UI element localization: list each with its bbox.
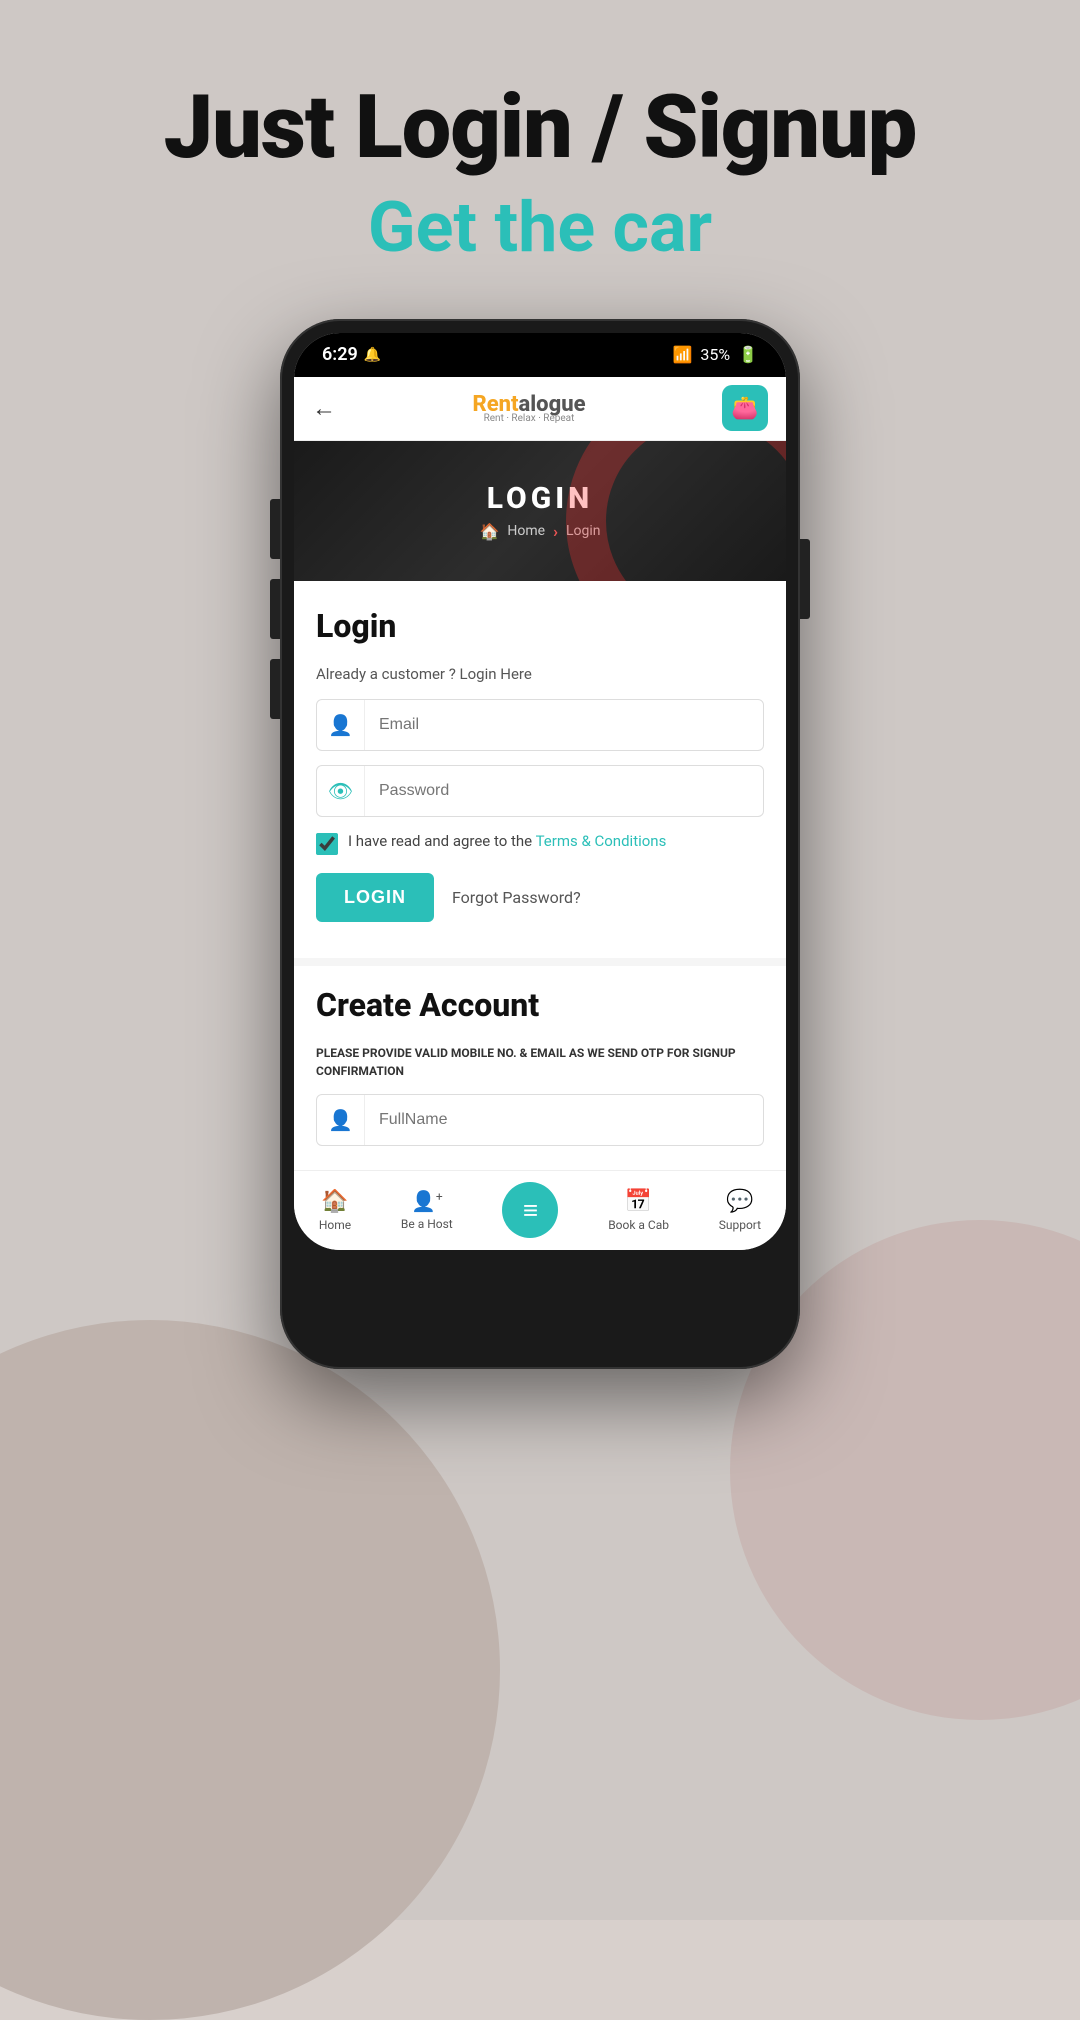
terms-link[interactable]: Terms & Conditions bbox=[536, 832, 667, 850]
wallet-button[interactable]: 👛 bbox=[722, 385, 768, 431]
create-account-title: Create Account bbox=[316, 986, 764, 1024]
cab-nav-icon: 📅 bbox=[625, 1189, 652, 1214]
breadcrumb-separator: › bbox=[553, 522, 558, 541]
login-button[interactable]: LOGIN bbox=[316, 873, 434, 922]
notification-icon: 🔔 bbox=[364, 347, 381, 363]
support-nav-label: Support bbox=[719, 1218, 761, 1232]
signal-icon: 📶 bbox=[672, 345, 692, 364]
login-banner: LOGIN 🏠 Home › Login bbox=[294, 441, 786, 581]
eye-icon: 👁 bbox=[317, 766, 365, 816]
hero-subtitle: Get the car bbox=[164, 187, 917, 269]
terms-checkbox[interactable] bbox=[316, 833, 338, 855]
phone-mockup: 6:29 🔔 📶 35% 🔋 ← Rentalogue bbox=[280, 319, 800, 1369]
phone-outer: 6:29 🔔 📶 35% 🔋 ← Rentalogue bbox=[280, 319, 800, 1369]
phone-screen: 6:29 🔔 📶 35% 🔋 ← Rentalogue bbox=[294, 333, 786, 1250]
battery-text: 35% bbox=[700, 345, 730, 364]
battery-icon: 🔋 bbox=[738, 345, 758, 364]
hero-section: Just Login / Signup Get the car bbox=[164, 0, 917, 309]
hero-title: Just Login / Signup bbox=[164, 80, 917, 177]
password-field[interactable] bbox=[365, 770, 763, 812]
home-nav-label: Home bbox=[319, 1218, 351, 1232]
fullname-field[interactable] bbox=[365, 1099, 763, 1141]
back-button[interactable]: ← bbox=[312, 394, 336, 423]
bottom-navigation: 🏠 Home 👤+ Be a Host ≡ 📅 Book a Cab bbox=[294, 1170, 786, 1250]
notch bbox=[475, 333, 605, 361]
logo-tagline: Rent · Relax · Repeat bbox=[472, 413, 585, 424]
user-icon: 👤 bbox=[317, 700, 365, 750]
host-nav-icon: 👤+ bbox=[411, 1189, 443, 1213]
support-nav-icon: 💬 bbox=[726, 1189, 753, 1214]
nav-item-support[interactable]: 💬 Support bbox=[719, 1189, 761, 1232]
page-background: Just Login / Signup Get the car 6:29 🔔 📶… bbox=[0, 0, 1080, 1920]
fullname-input-group: 👤 bbox=[316, 1094, 764, 1146]
home-nav-icon: 🏠 bbox=[321, 1189, 348, 1214]
home-icon: 🏠 bbox=[480, 522, 500, 541]
create-account-section: Create Account PLEASE PROVIDE VALID MOBI… bbox=[294, 958, 786, 1170]
breadcrumb-current: Login bbox=[566, 523, 601, 539]
app-header: ← Rentalogue Rent · Relax · Repeat 👛 bbox=[294, 377, 786, 441]
login-subtitle: Already a customer ? Login Here bbox=[316, 665, 764, 683]
email-input-group: 👤 bbox=[316, 699, 764, 751]
password-input-group: 👁 bbox=[316, 765, 764, 817]
cab-nav-label: Book a Cab bbox=[608, 1218, 669, 1232]
forgot-password-link[interactable]: Forgot Password? bbox=[452, 888, 581, 907]
otp-notice: PLEASE PROVIDE VALID MOBILE NO. & EMAIL … bbox=[316, 1044, 764, 1080]
terms-label: I have read and agree to the Terms & Con… bbox=[348, 831, 666, 852]
email-field[interactable] bbox=[365, 704, 763, 746]
host-nav-label: Be a Host bbox=[401, 1217, 453, 1231]
breadcrumb-home-label: Home bbox=[507, 523, 545, 539]
menu-icon: ≡ bbox=[523, 1195, 538, 1226]
nav-center-button[interactable]: ≡ bbox=[502, 1182, 558, 1238]
status-icons: 📶 35% 🔋 bbox=[672, 345, 758, 364]
login-section-title: Login bbox=[316, 607, 764, 645]
person-icon: 👤 bbox=[317, 1095, 365, 1145]
app-logo: Rentalogue Rent · Relax · Repeat bbox=[472, 392, 585, 424]
terms-checkbox-row: I have read and agree to the Terms & Con… bbox=[316, 831, 764, 855]
status-time: 6:29 🔔 bbox=[322, 344, 381, 365]
wallet-icon: 👛 bbox=[731, 396, 758, 421]
nav-item-home[interactable]: 🏠 Home bbox=[319, 1189, 351, 1232]
breadcrumb: 🏠 Home › Login bbox=[480, 522, 601, 541]
nav-item-cab[interactable]: 📅 Book a Cab bbox=[608, 1189, 669, 1232]
login-form: Login Already a customer ? Login Here 👤 … bbox=[294, 581, 786, 958]
action-row: LOGIN Forgot Password? bbox=[316, 873, 764, 922]
nav-item-host[interactable]: 👤+ Be a Host bbox=[401, 1189, 453, 1231]
banner-title: LOGIN bbox=[487, 481, 594, 516]
